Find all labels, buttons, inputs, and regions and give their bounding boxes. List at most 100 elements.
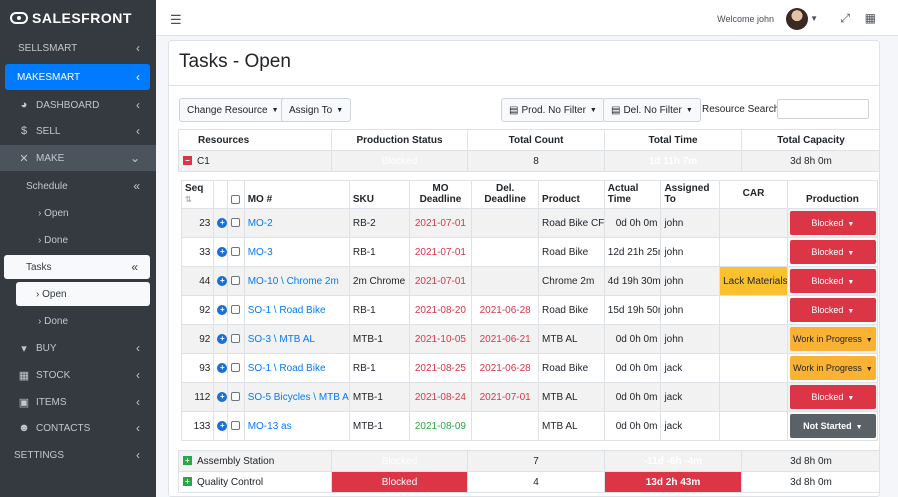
expand-row-icon[interactable]: + bbox=[217, 333, 226, 344]
sidebar-sub-schedule[interactable]: Schedule « bbox=[0, 174, 156, 198]
logo-icon bbox=[10, 12, 28, 24]
expand-row-icon[interactable]: + bbox=[217, 217, 226, 228]
row-checkbox[interactable] bbox=[231, 276, 241, 286]
sidebar-sub-tasks[interactable]: Tasks « bbox=[4, 255, 150, 279]
select-all-checkbox[interactable] bbox=[231, 194, 241, 204]
resource-search-input[interactable] bbox=[777, 99, 869, 119]
production-cell: Work in Progress ▼ bbox=[786, 324, 879, 354]
mo-link[interactable]: MO-13 as bbox=[243, 411, 350, 441]
production-status-dropdown[interactable]: Work in Progress ▼ bbox=[789, 356, 876, 380]
expand-row-icon[interactable]: + bbox=[217, 391, 226, 402]
sidebar-item-sell[interactable]: $ SELL ‹ bbox=[0, 118, 156, 144]
col-header-del-deadline[interactable]: Del. Deadline bbox=[471, 180, 540, 209]
caret-down-icon[interactable]: ▼ bbox=[810, 14, 818, 23]
sidebar-item-items[interactable]: ▣ ITEMS ‹ bbox=[0, 389, 156, 415]
sidebar-item-contacts[interactable]: ☻ CONTACTS ‹ bbox=[0, 415, 156, 441]
sidebar-item-sellsmart[interactable]: SELLSMART ‹ bbox=[0, 35, 156, 61]
table-row[interactable]: 23 + MO-2 RB-2 2021-07-01 Road Bike CF 0d 0h 0… bbox=[180, 208, 879, 238]
button-label: Assign To bbox=[289, 104, 333, 116]
expand-icon[interactable]: + bbox=[183, 456, 192, 466]
table-row[interactable]: 93 + SO-1 \ Road Bike RB-1 2021-08-25 2021-06… bbox=[180, 353, 879, 383]
col-header-seq[interactable]: Seq ⇅ bbox=[180, 180, 215, 209]
fullscreen-icon[interactable]: ⤢ bbox=[840, 11, 850, 26]
production-cell: Not Started ▼ bbox=[786, 411, 879, 441]
row-checkbox[interactable] bbox=[231, 305, 241, 315]
row-checkbox[interactable] bbox=[231, 218, 241, 228]
col-header-product[interactable]: Product bbox=[538, 180, 605, 209]
sidebar-item-settings[interactable]: SETTINGS ‹ bbox=[0, 442, 156, 468]
row-checkbox[interactable] bbox=[231, 392, 241, 402]
production-status-dropdown[interactable]: Blocked ▼ bbox=[789, 298, 876, 322]
expand-row-icon[interactable]: + bbox=[217, 275, 226, 286]
production-cell: Blocked ▼ bbox=[786, 382, 879, 412]
resource-group-row[interactable]: + Assembly Station Blocked 7 -11d -6h -4m… bbox=[178, 450, 879, 472]
change-resource-button[interactable]: Change Resource ▼ bbox=[179, 98, 287, 122]
sidebar-sub-label: Tasks bbox=[26, 261, 52, 273]
expand-row-icon[interactable]: + bbox=[217, 362, 226, 373]
table-row[interactable]: 44 + MO-10 \ Chrome 2m 2m Chrome 2021-07-01 C… bbox=[180, 266, 879, 296]
row-checkbox[interactable] bbox=[231, 247, 241, 257]
col-header-production[interactable]: Production bbox=[786, 180, 879, 209]
production-status-label: Blocked bbox=[811, 247, 844, 257]
assign-to-button[interactable]: Assign To ▼ bbox=[281, 98, 352, 122]
expand-icon[interactable]: + bbox=[183, 477, 192, 487]
row-checkbox[interactable] bbox=[231, 363, 241, 373]
expand-row-icon[interactable]: + bbox=[217, 304, 226, 315]
del-deadline-cell bbox=[471, 208, 540, 238]
mo-link[interactable]: MO-3 bbox=[243, 237, 350, 267]
total-count: 8 bbox=[467, 150, 605, 172]
avatar[interactable] bbox=[786, 8, 808, 30]
product-cell: MTB AL bbox=[538, 324, 605, 354]
grid-icon[interactable]: ▦ bbox=[865, 11, 876, 25]
mo-link[interactable]: SO-5 Bicycles \ MTB AL bbox=[243, 382, 350, 412]
sidebar-item-stock[interactable]: ▦ STOCK ‹ bbox=[0, 362, 156, 388]
collapse-icon[interactable]: − bbox=[183, 156, 192, 166]
row-checkbox[interactable] bbox=[231, 334, 241, 344]
table-row[interactable]: 92 + SO-1 \ Road Bike RB-1 2021-08-20 2021-06… bbox=[180, 295, 879, 325]
table-row[interactable]: 33 + MO-3 RB-1 2021-07-01 Road Bike 12d 21h 25… bbox=[180, 237, 879, 267]
sidebar-sub-tasks-open[interactable]: › Open bbox=[16, 282, 150, 306]
production-status-dropdown[interactable]: Blocked ▼ bbox=[789, 211, 876, 235]
mo-link[interactable]: SO-3 \ MTB AL bbox=[243, 324, 350, 354]
row-checkbox[interactable] bbox=[231, 421, 241, 431]
col-header-car[interactable]: CAR bbox=[719, 180, 788, 209]
table-row[interactable]: 133 + MO-13 as MTB-1 2021-08-09 MTB AL 0d 0h 0… bbox=[180, 411, 879, 441]
mo-link[interactable]: MO-2 bbox=[243, 208, 350, 238]
production-status-dropdown[interactable]: Not Started ▼ bbox=[789, 414, 876, 438]
mo-link[interactable]: SO-1 \ Road Bike bbox=[243, 353, 350, 383]
col-header-actual-time[interactable]: Actual Time bbox=[603, 180, 662, 209]
resource-group-row[interactable]: − C1 Blocked 8 1d 11h 7m 3d 8h 0m bbox=[178, 150, 879, 172]
mo-link[interactable]: MO-10 \ Chrome 2m bbox=[243, 266, 350, 296]
col-header-assigned-to[interactable]: Assigned To bbox=[660, 180, 721, 209]
sidebar-item-makesmart[interactable]: MAKESMART ‹ bbox=[5, 64, 150, 90]
del-filter-button[interactable]: ▤ Del. No Filter ▼ bbox=[603, 98, 701, 122]
sidebar-item-dashboard[interactable]: ◕ DASHBOARD ‹ bbox=[0, 92, 156, 118]
expand-row-icon[interactable]: + bbox=[217, 246, 226, 257]
sidebar-item-label: CONTACTS bbox=[36, 422, 91, 434]
col-header-mo[interactable]: MO # bbox=[243, 180, 350, 209]
sidebar-sub-schedule-open[interactable]: › Open bbox=[0, 201, 156, 225]
prod-filter-button[interactable]: ▤ Prod. No Filter ▼ bbox=[501, 98, 605, 122]
sidebar-item-buy[interactable]: ▾ BUY ‹ bbox=[0, 335, 156, 361]
production-status-dropdown[interactable]: Blocked ▼ bbox=[789, 240, 876, 264]
hamburger-menu-icon[interactable]: ☰ bbox=[170, 12, 182, 28]
sidebar-item-make[interactable]: ✕ MAKE ⌄ bbox=[0, 145, 156, 171]
mo-link[interactable]: SO-1 \ Road Bike bbox=[243, 295, 350, 325]
resource-group-row[interactable]: + Quality Control Blocked 4 13d 2h 43m 3d… bbox=[178, 471, 879, 493]
col-header-sku[interactable]: SKU bbox=[348, 180, 410, 209]
sidebar-sub-tasks-done[interactable]: › Done bbox=[0, 309, 156, 333]
tasks-panel: Seq ⇅ MO # SKU MO Deadline Del. Deadline… bbox=[178, 180, 879, 444]
production-status-dropdown[interactable]: Blocked ▼ bbox=[789, 269, 876, 293]
brand-logo[interactable]: SALESFRONT bbox=[0, 0, 156, 36]
sidebar-sub-schedule-done[interactable]: › Done bbox=[0, 228, 156, 252]
car-cell bbox=[719, 353, 788, 383]
expand-row-icon[interactable]: + bbox=[217, 420, 226, 431]
seq-cell: 23 bbox=[180, 208, 215, 238]
production-status-dropdown[interactable]: Work in Progress ▼ bbox=[789, 327, 876, 351]
expand-cell: + bbox=[213, 295, 228, 325]
production-cell: Blocked ▼ bbox=[786, 266, 879, 296]
table-row[interactable]: 92 + SO-3 \ MTB AL MTB-1 2021-10-05 2021-06-2… bbox=[180, 324, 879, 354]
production-status-dropdown[interactable]: Blocked ▼ bbox=[789, 385, 876, 409]
table-row[interactable]: 112 + SO-5 Bicycles \ MTB AL MTB-1 2021-08-2… bbox=[180, 382, 879, 412]
col-header-mo-deadline[interactable]: MO Deadline bbox=[408, 180, 473, 209]
